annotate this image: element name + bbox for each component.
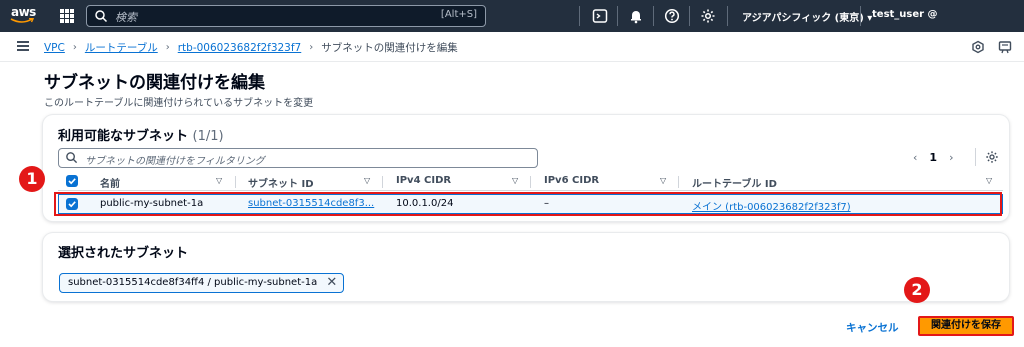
column-header-ipv4[interactable]: IPv4 CIDR (396, 175, 451, 186)
column-divider (530, 176, 531, 188)
available-subnets-title: 利用可能なサブネット (1/1) (58, 125, 224, 144)
nav-divider (689, 6, 690, 26)
cloudshell-icon[interactable] (592, 8, 608, 24)
apps-grid-icon[interactable] (60, 9, 74, 23)
nav-divider (860, 6, 861, 26)
nav-divider (579, 6, 580, 26)
prev-page-button[interactable]: ‹ (913, 151, 917, 164)
breadcrumb-route-tables[interactable]: ルートテーブル (85, 40, 158, 55)
breadcrumb-separator: › (309, 42, 314, 53)
sort-icon[interactable]: ▽ (512, 176, 518, 185)
table-settings-icon[interactable] (985, 150, 999, 164)
nav-divider (617, 6, 618, 26)
next-page-button[interactable]: › (949, 151, 953, 164)
column-divider (678, 176, 679, 188)
available-subnets-count: (1/1) (192, 129, 224, 144)
top-navigation-bar: aws 検索 [Alt+S] アジアパシフィック (東京) ▾ test_use… (0, 0, 1024, 32)
page-description: このルートテーブルに関連付けられているサブネットを変更 (44, 98, 314, 109)
cancel-button[interactable]: キャンセル (846, 320, 899, 335)
table-header: 名前 ▽ サブネット ID ▽ IPv4 CIDR ▽ IPv6 CIDR ▽ … (58, 173, 1003, 191)
filter-placeholder: サブネットの関連付けをフィルタリング (85, 156, 265, 167)
select-all-checkbox[interactable] (66, 175, 78, 187)
column-header-route-table[interactable]: ルートテーブル ID (692, 175, 777, 190)
feedback-icon[interactable] (971, 40, 985, 54)
column-header-ipv6[interactable]: IPv6 CIDR (544, 175, 599, 186)
breadcrumb-bar: VPC › ルートテーブル › rtb-006023682f2f323f7 › … (0, 32, 1024, 62)
breadcrumb-current: サブネットの関連付けを編集 (321, 42, 458, 54)
breadcrumb-route-table-id[interactable]: rtb-006023682f2f323f7 (178, 42, 302, 54)
breadcrumb-separator: › (72, 42, 77, 53)
column-header-subnet-id[interactable]: サブネット ID (248, 175, 314, 190)
gear-icon[interactable] (700, 8, 716, 24)
page-number[interactable]: 1 (929, 151, 937, 164)
step-marker-2: 2 (904, 277, 930, 303)
available-subnets-heading: 利用可能なサブネット (58, 129, 189, 144)
token-label: subnet-0315514cde8f34ff4 / public-my-sub… (68, 277, 318, 288)
breadcrumb-vpc[interactable]: VPC (44, 42, 65, 54)
check-icon (68, 178, 76, 185)
page-title: サブネットの関連付けを編集 (44, 73, 265, 93)
sort-icon[interactable]: ▽ (364, 176, 370, 185)
highlight-box (54, 192, 1002, 216)
search-icon (95, 10, 108, 23)
breadcrumb: VPC › ルートテーブル › rtb-006023682f2f323f7 › … (44, 40, 458, 55)
aws-logo[interactable]: aws (8, 4, 40, 28)
account-menu[interactable]: test_user @ (872, 9, 938, 20)
pagination: ‹ 1 › (913, 151, 953, 164)
bell-icon[interactable] (628, 8, 644, 24)
nav-divider (727, 6, 728, 26)
step-marker-1: 1 (19, 166, 45, 192)
selected-subnets-panel: 選択されたサブネット subnet-0315514cde8f34ff4 / pu… (43, 233, 1009, 301)
aws-smile-icon (10, 18, 34, 23)
selected-subnets-title: 選択されたサブネット (58, 246, 189, 261)
column-divider (235, 176, 236, 188)
aws-logo-text: aws (11, 5, 36, 19)
selected-subnet-token: subnet-0315514cde8f34ff4 / public-my-sub… (59, 273, 345, 293)
save-associations-button[interactable]: 関連付けを保存 (918, 316, 1014, 336)
search-placeholder: 検索 (115, 11, 137, 24)
remove-token-icon[interactable]: ✕ (326, 275, 337, 290)
sort-icon[interactable]: ▽ (986, 176, 992, 185)
global-search-input[interactable]: 検索 [Alt+S] (86, 5, 486, 27)
column-header-name[interactable]: 名前 (100, 175, 120, 190)
breadcrumb-separator: › (165, 42, 170, 53)
sort-icon[interactable]: ▽ (660, 176, 666, 185)
info-panel-icon[interactable] (998, 40, 1012, 54)
menu-icon[interactable] (17, 41, 29, 51)
region-selector[interactable]: アジアパシフィック (東京) ▾ (742, 9, 872, 24)
help-icon[interactable] (664, 8, 680, 24)
search-icon (66, 152, 78, 164)
sort-icon[interactable]: ▽ (216, 176, 222, 185)
subnet-filter-input[interactable]: サブネットの関連付けをフィルタリング (58, 148, 538, 168)
column-divider (382, 176, 383, 188)
nav-divider (653, 6, 654, 26)
pager-divider (975, 148, 976, 166)
search-shortcut: [Alt+S] (440, 9, 477, 20)
